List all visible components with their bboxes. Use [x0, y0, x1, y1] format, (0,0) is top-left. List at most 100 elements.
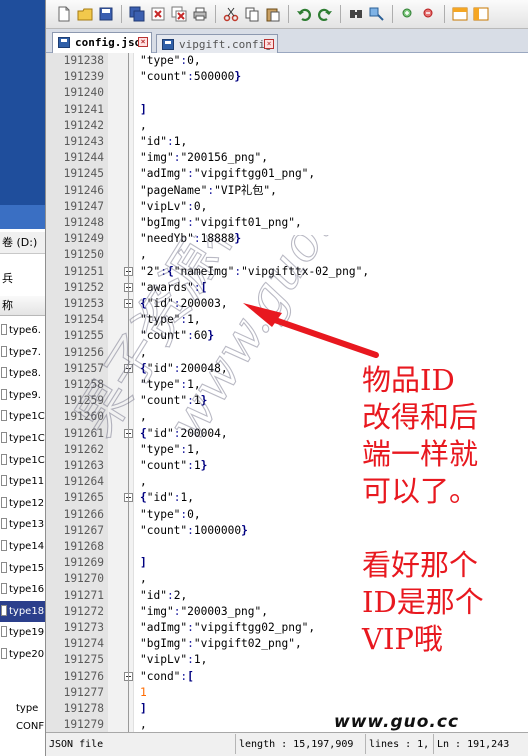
file-icon — [1, 604, 7, 616]
code-line[interactable]: 191251 "2":{"nameImg":"vipgifttx-02_png", — [46, 264, 528, 280]
code-line[interactable]: 191246 "pageName":"VIP礼包", — [46, 183, 528, 199]
volume-label[interactable]: 卷 (D:) — [0, 232, 45, 254]
code-line[interactable]: 191249 "needYb":18888} — [46, 231, 528, 247]
code-text: , — [140, 572, 147, 586]
new-file-icon[interactable] — [54, 4, 74, 24]
line-number: 191264 — [63, 475, 104, 489]
line-number: 191259 — [63, 394, 104, 408]
code-line[interactable]: 191252 "awards":[ — [46, 280, 528, 296]
file-list-item[interactable]: type18 — [0, 600, 45, 622]
line-number: 191249 — [63, 232, 104, 246]
zoom-in-icon[interactable] — [398, 4, 418, 24]
sync-horizontal-icon[interactable] — [471, 4, 491, 24]
line-number: 191242 — [63, 118, 104, 132]
file-list-item[interactable]: type12 — [0, 493, 45, 514]
code-text: "2":{"nameImg":"vipgifttx-02_png", — [140, 264, 370, 278]
line-number: 191254 — [63, 313, 104, 327]
file-list-item[interactable]: type13 — [0, 514, 45, 535]
line-number: 191255 — [63, 329, 104, 343]
code-line[interactable]: 191248 "bgImg":"vipgift01_png", — [46, 215, 528, 231]
file-name: type20 — [9, 649, 45, 660]
code-line[interactable]: 191253 {"id":200003, — [46, 296, 528, 312]
tab-config-json[interactable]: config.json × — [52, 32, 152, 53]
tab-close-icon[interactable]: × — [138, 37, 148, 47]
file-list-item[interactable]: type7. — [0, 342, 45, 363]
close-all-icon[interactable] — [169, 4, 189, 24]
file-list-item[interactable]: type9. — [0, 385, 45, 406]
redo-icon[interactable] — [315, 4, 335, 24]
file-icon — [1, 648, 7, 659]
line-number: 191252 — [63, 280, 104, 294]
code-line[interactable]: 191277 1 — [46, 685, 528, 701]
code-line[interactable]: 191247 "vipLv":0, — [46, 199, 528, 215]
line-number: 191273 — [63, 621, 104, 634]
line-number: 191258 — [63, 378, 104, 391]
open-file-icon[interactable] — [75, 4, 95, 24]
code-line[interactable]: 191254 "type":1, — [46, 312, 528, 328]
save-icon[interactable] — [96, 4, 116, 24]
code-line[interactable]: 191244 "img":"200156_png", — [46, 150, 528, 166]
line-number: 191267 — [63, 523, 104, 537]
print-icon[interactable] — [190, 4, 210, 24]
code-text: "count":1} — [140, 394, 208, 408]
file-list-item[interactable]: type19 — [0, 622, 45, 643]
file-icon — [1, 518, 7, 530]
line-number: 191262 — [63, 442, 104, 456]
copy-icon[interactable] — [242, 4, 262, 24]
file-list-item[interactable]: type16 — [0, 579, 45, 600]
code-line[interactable]: 191238 "type":0, — [46, 53, 528, 69]
code-line[interactable]: 191255 "count":60} — [46, 328, 528, 344]
line-number: 191244 — [63, 151, 104, 165]
window-titlebar — [0, 205, 45, 229]
file-icon — [1, 324, 7, 335]
code-line[interactable]: 191276 "cond":[ — [46, 669, 528, 685]
line-number: 191238 — [63, 54, 104, 67]
undo-icon[interactable] — [294, 4, 314, 24]
code-line[interactable]: 191240 — [46, 85, 528, 101]
save-all-icon[interactable] — [127, 4, 147, 24]
file-icon — [1, 410, 7, 422]
name-column-header[interactable]: 称 — [0, 296, 45, 316]
file-list-item[interactable]: type1C — [0, 406, 45, 427]
sync-vertical-icon[interactable] — [450, 4, 470, 24]
zoom-out-icon[interactable] — [419, 4, 439, 24]
replace-icon[interactable] — [367, 4, 387, 24]
paste-icon[interactable] — [263, 4, 283, 24]
code-text: ] — [140, 102, 147, 116]
code-text: , — [140, 118, 147, 132]
line-number: 191266 — [63, 507, 104, 521]
line-number: 191253 — [63, 297, 104, 310]
toolbar-separator — [288, 5, 289, 23]
tab-vipgift-config[interactable]: vipgift.config × — [156, 34, 278, 53]
code-line[interactable]: 191245 "adImg":"vipgiftgg01_png", — [46, 166, 528, 182]
file-list-item[interactable]: type14 — [0, 536, 45, 557]
file-list-item[interactable]: type1C — [0, 428, 45, 449]
file-list-item[interactable]: type6. — [0, 320, 45, 341]
file-list-item[interactable]: type1C — [0, 450, 45, 471]
line-number: 191276 — [63, 669, 104, 683]
file-list-item[interactable]: type15 — [0, 558, 45, 579]
cut-icon[interactable] — [221, 4, 241, 24]
code-line[interactable]: 191242, — [46, 118, 528, 134]
file-name: type12 — [9, 497, 45, 509]
file-list-item[interactable]: type11 — [0, 471, 45, 492]
status-length: length : 15,197,909 — [236, 734, 366, 754]
code-line[interactable]: 191243 "id":1, — [46, 134, 528, 150]
file-list-item[interactable]: type8. — [0, 363, 45, 384]
file-icon — [1, 345, 7, 357]
file-name: type14 — [9, 541, 45, 552]
close-icon[interactable] — [148, 4, 168, 24]
code-text: {"id":200048, — [140, 361, 228, 375]
code-text: "vipLv":1, — [140, 653, 208, 667]
file-list-item[interactable]: type20 — [0, 644, 45, 665]
code-text: "needYb":18888} — [140, 232, 242, 246]
line-number: 191260 — [63, 410, 104, 424]
code-line[interactable]: 191239 "count":500000} — [46, 69, 528, 85]
file-name: type1C — [9, 454, 45, 466]
find-icon[interactable] — [346, 4, 366, 24]
code-line[interactable]: 191256, — [46, 345, 528, 361]
code-line[interactable]: 191241] — [46, 102, 528, 118]
tab-close-icon[interactable]: × — [264, 39, 274, 49]
code-line[interactable]: 191250, — [46, 247, 528, 263]
line-number: 191269 — [63, 556, 104, 570]
